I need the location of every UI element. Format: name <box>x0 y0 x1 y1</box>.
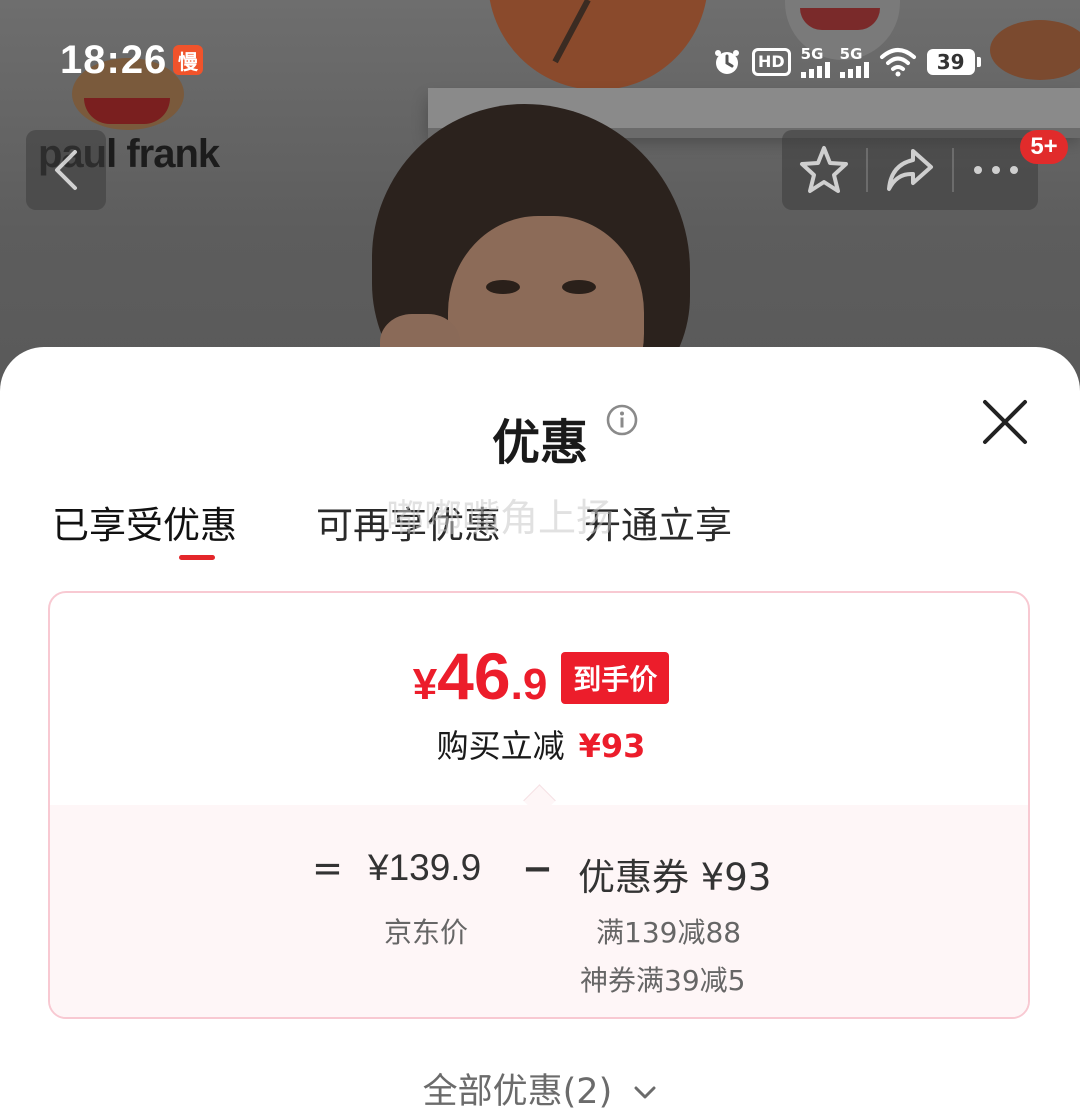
toy-mouth <box>800 8 880 30</box>
status-icons: HD 5G 5G 39 <box>712 44 981 80</box>
base-price: ¥139.9 <box>368 847 482 888</box>
chevron-left-icon <box>55 150 77 190</box>
all-offers-label: 全部优惠(2) <box>422 1072 613 1112</box>
saving-label: 购买立减 <box>436 727 565 765</box>
status-time: 18:26 <box>60 38 168 82</box>
share-icon <box>887 149 933 191</box>
notification-badge: 5+ <box>1020 130 1068 164</box>
final-price-tag: 到手价 <box>561 652 670 704</box>
coupon-rule: 满139减88 <box>596 916 742 949</box>
final-price-row: ¥ 46 .9 到手价 <box>50 643 1028 710</box>
share-button[interactable] <box>868 130 952 210</box>
action-group <box>782 130 1038 210</box>
saving-amount: ¥93 <box>578 727 646 765</box>
wifi-icon <box>879 48 916 77</box>
saving-row: 购买立减 ¥93 <box>50 721 1028 767</box>
signal-sim1-icon: 5G <box>800 45 830 78</box>
hd-voice-icon: HD <box>752 48 791 76</box>
active-tab-indicator <box>179 555 215 560</box>
ring-decoration <box>990 20 1080 80</box>
sheet-header: 优惠 <box>0 403 1080 473</box>
base-price-label: 京东价 <box>384 916 469 949</box>
battery-icon: 39 <box>926 49 981 75</box>
star-icon <box>800 146 848 193</box>
slow-network-badge: 慢 <box>173 45 203 75</box>
clock-decoration <box>488 0 708 90</box>
info-icon[interactable] <box>606 404 638 436</box>
back-button[interactable] <box>26 130 106 210</box>
equals-sign: = <box>312 847 344 890</box>
model-eye <box>562 280 596 294</box>
minus-sign: − <box>522 847 554 890</box>
model-eye <box>486 280 520 294</box>
sim1-network-label: 5G <box>800 45 824 63</box>
more-icon <box>974 166 1018 174</box>
price-breakdown: = ¥139.9 − 优惠券 ¥93 京东价 满139减88 神券满39减5 <box>50 805 1028 1017</box>
coupon-rule: 神券满39减5 <box>580 964 746 997</box>
coupon-amount: 优惠券 ¥93 <box>578 856 772 899</box>
final-price-decimal: .9 <box>510 660 548 709</box>
overlay-hint-text: 嘟嘟嘴角上扬 <box>386 496 615 540</box>
alarm-icon <box>715 50 739 74</box>
final-price: ¥ 46 .9 <box>413 643 548 710</box>
final-price-integer: 46 <box>437 639 511 713</box>
offers-sheet: 优惠 已享受优惠 可再享优惠 开通立享 嘟嘟嘴角上扬 ¥ 46 .9 到手价 购… <box>0 347 1080 1112</box>
final-price-currency: ¥ <box>412 660 438 709</box>
sim2-network-label: 5G <box>839 45 863 63</box>
sheet-title: 优惠 <box>491 415 588 471</box>
breakdown-formula: = ¥139.9 − 优惠券 ¥93 <box>50 847 1028 899</box>
all-offers-toggle[interactable]: 全部优惠(2) <box>0 1063 1080 1114</box>
chevron-down-icon <box>634 1086 656 1099</box>
brand-logo-mouth <box>84 98 170 124</box>
tab-enjoyed-offers[interactable]: 已享受优惠 <box>52 495 237 549</box>
favorite-button[interactable] <box>782 130 866 210</box>
price-card: ¥ 46 .9 到手价 购买立减 ¥93 = ¥139.9 − 优惠券 ¥93 京… <box>48 591 1030 1019</box>
close-icon[interactable] <box>976 393 1034 451</box>
signal-sim2-icon: 5G <box>839 45 869 78</box>
